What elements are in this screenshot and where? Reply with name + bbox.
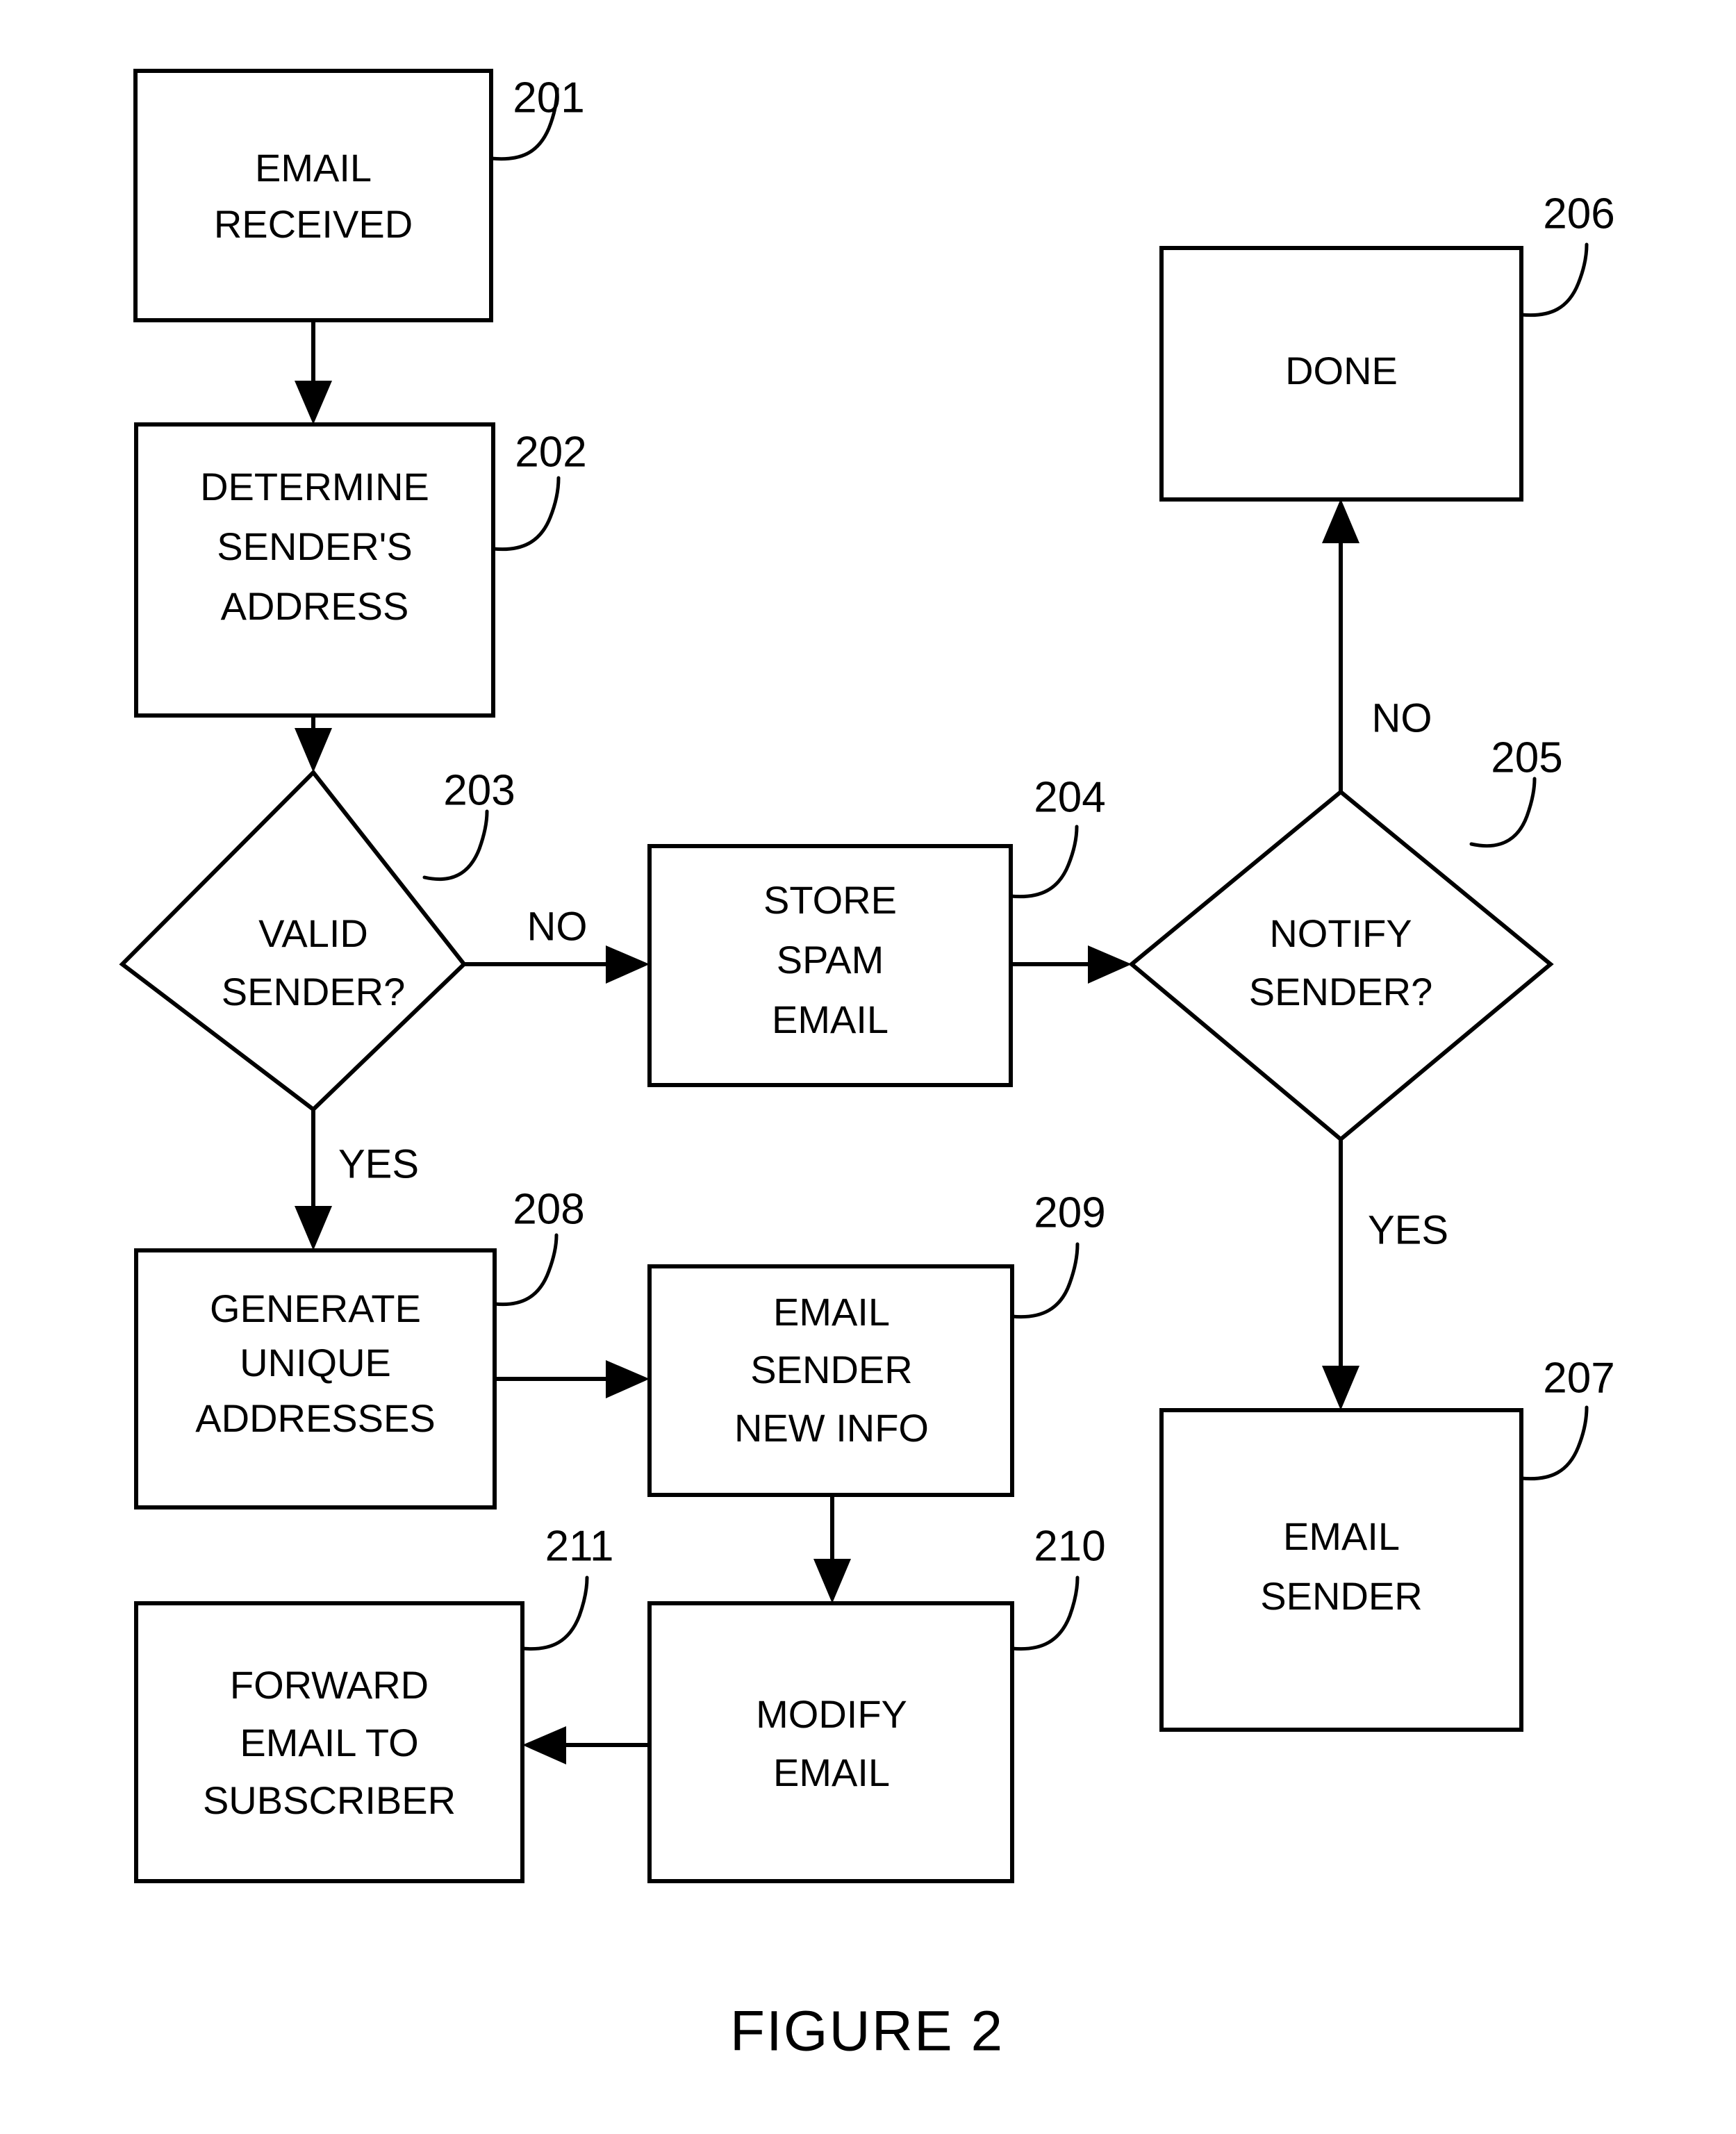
edge-email-sender-new-info-to-modify-email — [813, 1495, 851, 1603]
reference-numeral-207: 207 — [1543, 1354, 1614, 1402]
node-email-sender-line-1: EMAIL — [1283, 1514, 1400, 1558]
edge-generate-addresses-to-email-sender-new-info — [495, 1360, 650, 1398]
node-determine-senders-address-line-3: ADDRESS — [221, 584, 409, 628]
node-generate-unique-addresses-line-1: GENERATE — [210, 1287, 421, 1330]
reference-numeral-206: 206 — [1543, 190, 1614, 238]
node-email-sender-line-2: SENDER — [1260, 1574, 1422, 1618]
edge-store-spam-to-notify-sender — [1011, 945, 1132, 984]
node-modify-email-line-1: MODIFY — [756, 1692, 907, 1736]
arrowhead-icon — [606, 1360, 650, 1398]
leader-line-205 — [1469, 777, 1537, 848]
node-forward-email-line-1: FORWARD — [230, 1663, 429, 1707]
node-determine-senders-address[interactable]: DETERMINE SENDER'S ADDRESS 202 — [134, 422, 587, 718]
arrowhead-icon — [295, 728, 332, 772]
arrowhead-icon — [1322, 1366, 1359, 1410]
edge-email-received-to-determine-sender — [295, 320, 332, 424]
arrowhead-icon — [522, 1726, 566, 1764]
reference-numeral-210: 210 — [1034, 1522, 1105, 1570]
leader-line-211 — [520, 1575, 589, 1651]
node-valid-sender-line-1: VALID — [258, 911, 368, 955]
edge-label-valid-sender-yes: YES — [338, 1141, 419, 1186]
arrowhead-icon — [295, 381, 332, 424]
node-store-spam-email-line-1: STORE — [763, 878, 897, 922]
figure-caption: FIGURE 2 — [730, 2000, 1004, 2063]
arrowhead-icon — [1322, 499, 1359, 543]
node-notify-sender-line-2: SENDER? — [1249, 970, 1433, 1014]
node-modify-email[interactable]: MODIFY EMAIL 210 — [647, 1522, 1106, 1883]
node-email-sender-box[interactable] — [1159, 1408, 1523, 1732]
node-email-sender-new-info-line-1: EMAIL — [773, 1290, 890, 1334]
node-store-spam-email-line-2: SPAM — [777, 938, 884, 982]
leader-line-202 — [491, 476, 561, 552]
node-notify-sender-decision-diamond[interactable] — [1128, 789, 1554, 1142]
node-modify-email-box[interactable] — [647, 1601, 1014, 1883]
reference-numeral-205: 205 — [1491, 734, 1562, 781]
arrowhead-icon — [606, 945, 650, 984]
leader-line-204 — [1009, 825, 1079, 899]
edge-valid-sender-no-to-store-spam — [464, 945, 650, 984]
node-notify-sender-decision[interactable]: NOTIFY SENDER? 205 — [1128, 734, 1563, 1142]
arrowhead-icon — [813, 1559, 851, 1603]
edge-label-notify-sender-yes: YES — [1368, 1207, 1448, 1252]
node-determine-senders-address-line-1: DETERMINE — [200, 465, 429, 508]
leader-line-210 — [1010, 1575, 1080, 1651]
reference-numeral-201: 201 — [513, 74, 584, 122]
node-determine-senders-address-line-2: SENDER'S — [217, 524, 412, 568]
node-email-sender[interactable]: EMAIL SENDER 207 — [1159, 1354, 1615, 1732]
reference-numeral-208: 208 — [513, 1185, 584, 1233]
node-store-spam-email[interactable]: STORE SPAM EMAIL 204 — [647, 773, 1106, 1087]
reference-numeral-209: 209 — [1034, 1189, 1105, 1236]
node-email-sender-new-info-line-2: SENDER — [750, 1348, 912, 1391]
node-forward-email-to-subscriber[interactable]: FORWARD EMAIL TO SUBSCRIBER 211 — [134, 1522, 614, 1883]
node-done-label: DONE — [1285, 349, 1398, 392]
flowchart-diagram: EMAIL RECEIVED 201 DETERMINE SENDER'S AD… — [119, 69, 1615, 2063]
edge-valid-sender-yes-to-generate-addresses — [295, 1109, 332, 1250]
node-email-received[interactable]: EMAIL RECEIVED 201 — [133, 69, 585, 322]
node-generate-unique-addresses-line-3: ADDRESSES — [195, 1396, 435, 1440]
figure-canvas: EMAIL RECEIVED 201 DETERMINE SENDER'S AD… — [0, 0, 1736, 2134]
node-modify-email-line-2: EMAIL — [773, 1751, 890, 1794]
leader-line-207 — [1519, 1405, 1589, 1481]
reference-numeral-211: 211 — [545, 1522, 614, 1570]
node-notify-sender-line-1: NOTIFY — [1269, 911, 1412, 955]
reference-numeral-204: 204 — [1034, 773, 1105, 821]
reference-numeral-203: 203 — [443, 766, 515, 814]
leader-line-206 — [1519, 242, 1589, 317]
node-email-sender-new-info[interactable]: EMAIL SENDER NEW INFO 209 — [647, 1189, 1106, 1497]
edge-notify-sender-no-to-done — [1322, 499, 1359, 792]
leader-line-209 — [1010, 1242, 1080, 1319]
arrowhead-icon — [295, 1206, 332, 1250]
node-generate-unique-addresses-line-2: UNIQUE — [240, 1341, 391, 1384]
arrowhead-icon — [1088, 945, 1132, 984]
edge-label-notify-sender-no: NO — [1372, 695, 1432, 741]
node-email-received-line-1: EMAIL — [255, 146, 372, 190]
node-email-sender-new-info-line-3: NEW INFO — [734, 1406, 929, 1450]
node-store-spam-email-line-3: EMAIL — [772, 998, 888, 1041]
reference-numeral-202: 202 — [515, 428, 586, 476]
leader-line-203 — [422, 809, 489, 882]
node-email-received-line-2: RECEIVED — [214, 202, 413, 246]
edge-determine-sender-to-valid-sender — [295, 716, 332, 772]
node-valid-sender-line-2: SENDER? — [222, 970, 406, 1014]
node-forward-email-line-2: EMAIL TO — [240, 1721, 418, 1764]
node-forward-email-line-3: SUBSCRIBER — [203, 1778, 456, 1822]
node-generate-unique-addresses[interactable]: GENERATE UNIQUE ADDRESSES 208 — [134, 1185, 585, 1509]
node-email-received-box[interactable] — [133, 69, 493, 322]
edge-modify-email-to-forward-email — [522, 1726, 650, 1764]
edge-notify-sender-yes-to-email-sender — [1322, 1139, 1359, 1410]
node-valid-sender-decision[interactable]: VALID SENDER? 203 — [119, 766, 515, 1112]
edge-label-valid-sender-no: NO — [527, 904, 588, 949]
node-done[interactable]: DONE 206 — [1159, 190, 1615, 502]
leader-line-208 — [493, 1233, 559, 1307]
